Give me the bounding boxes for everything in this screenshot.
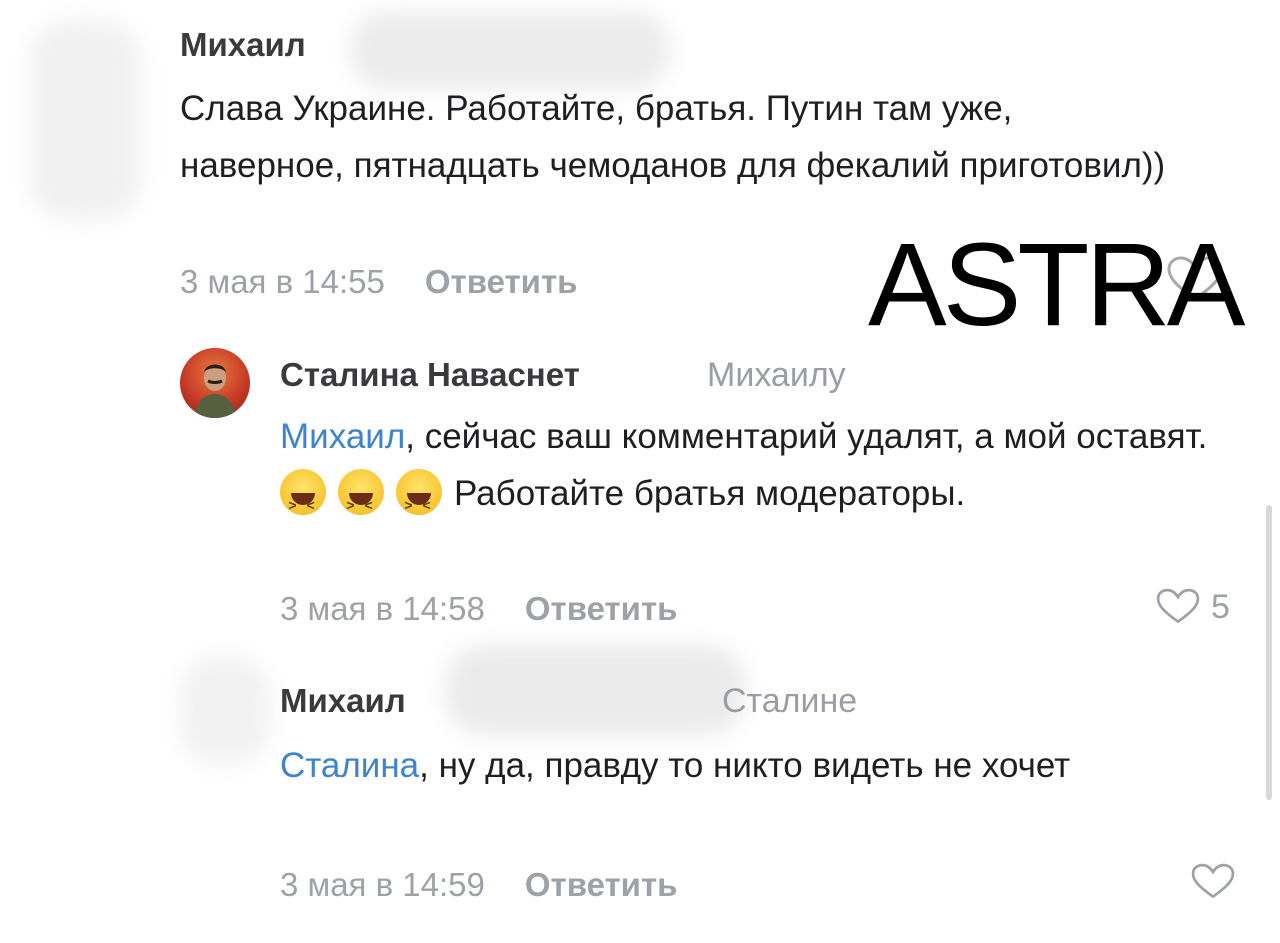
reply-to-label[interactable]: Михаилу	[707, 356, 846, 395]
comment-author[interactable]: Сталина Наваснет	[280, 356, 580, 394]
like-count: 5	[1211, 587, 1230, 626]
redaction-blur	[180, 655, 270, 765]
laughing-emoji-icon	[396, 469, 442, 534]
comment-author[interactable]: Михаил	[280, 682, 406, 720]
comment-meta: 3 мая в 14:59 Ответить	[280, 866, 677, 904]
comment-text: Михаил, сейчас ваш комментарий удалят, а…	[280, 408, 1220, 534]
heart-icon	[1156, 588, 1200, 624]
avatar[interactable]	[180, 348, 250, 418]
reply-to-label[interactable]: Сталине	[722, 682, 857, 721]
comment-meta: 3 мая в 14:58 Ответить	[280, 590, 677, 628]
like-button[interactable]: 5	[1155, 587, 1230, 627]
reply-button[interactable]: Ответить	[525, 590, 678, 627]
comment-date: 3 мая в 14:58	[280, 590, 485, 627]
reply-button[interactable]: Ответить	[525, 866, 678, 903]
mention-link[interactable]: Михаил	[280, 417, 405, 456]
laughing-emoji-icon	[280, 469, 326, 534]
comment-text: Сталина, ну да, правду то никто видеть н…	[280, 746, 1071, 785]
reply-button[interactable]: Ответить	[425, 263, 578, 300]
comment-date: 3 мая в 14:59	[280, 866, 485, 903]
redaction-blur	[30, 20, 140, 220]
comment-date: 3 мая в 14:55	[180, 263, 385, 300]
laughing-emoji-icon	[338, 469, 384, 534]
avatar-portrait-icon	[194, 364, 236, 418]
like-button[interactable]	[1190, 862, 1236, 902]
scrollbar[interactable]	[1266, 505, 1272, 800]
comment-text: Слава Украине. Работайте, братья. Путин …	[180, 89, 1166, 185]
comment-meta: 3 мая в 14:55 Ответить	[180, 263, 577, 301]
redaction-blur	[445, 645, 745, 735]
mention-link[interactable]: Сталина	[280, 746, 419, 785]
watermark: ASTRA	[868, 219, 1245, 351]
heart-icon	[1191, 863, 1235, 899]
comment-author[interactable]: Михаил	[180, 26, 306, 64]
redaction-blur	[350, 10, 670, 90]
